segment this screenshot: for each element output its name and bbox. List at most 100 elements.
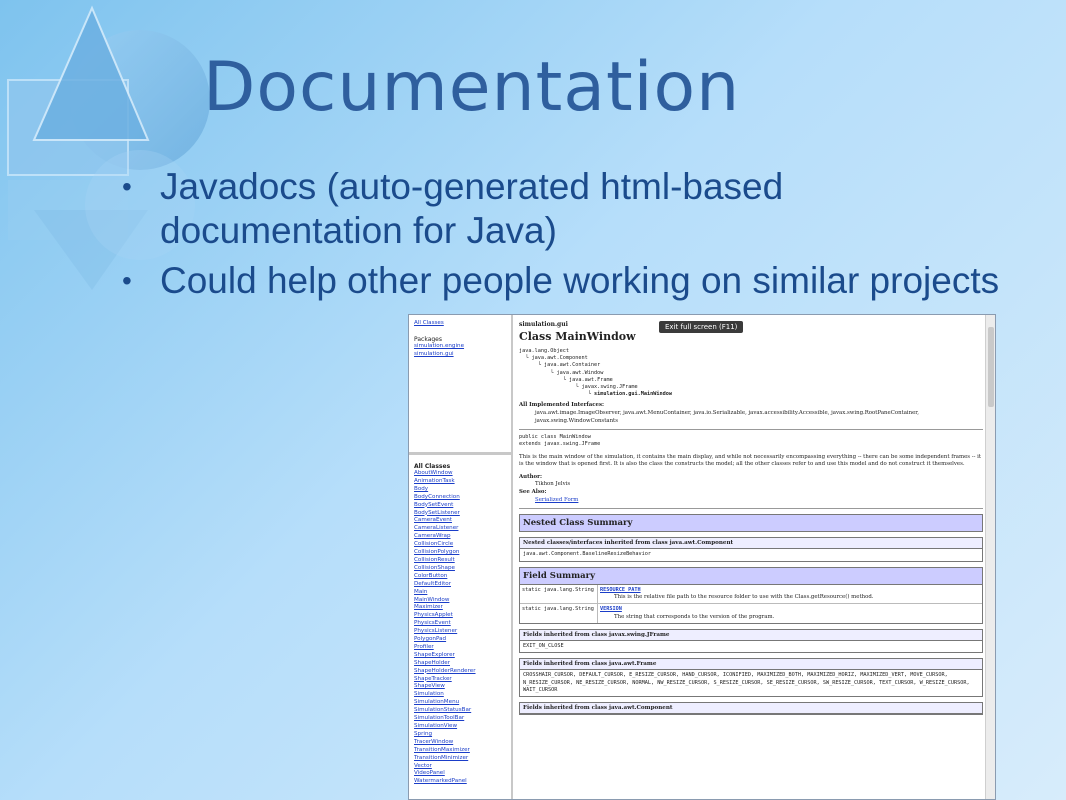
class-link[interactable]: Spring (414, 731, 506, 739)
nested-inherited-table: Nested classes/interfaces inherited from… (519, 537, 983, 562)
class-link[interactable]: ShapeView (414, 683, 506, 691)
bullet-text: Javadocs (auto-generated html-based docu… (160, 166, 784, 251)
nested-summary-title: Nested Class Summary (520, 515, 982, 532)
bullet-dot-icon: • (122, 265, 132, 296)
field-type: static java.lang.String (520, 604, 598, 624)
class-link[interactable]: CameraEvent (414, 517, 506, 525)
class-link[interactable]: AnimationTask (414, 478, 506, 486)
class-link[interactable]: SimulationStatusBar (414, 707, 506, 715)
package-link[interactable]: simulation.engine (414, 343, 506, 351)
class-link[interactable]: BodySetEvent (414, 502, 506, 510)
class-link[interactable]: ShapeExplorer (414, 652, 506, 660)
hierarchy-line: └ java.awt.Window (519, 369, 604, 376)
javadoc-screenshot: All Classes Packages simulation.engine s… (408, 314, 996, 800)
inherited-component-title: Fields inherited from class java.awt.Com… (520, 703, 982, 715)
class-link[interactable]: PhysicsEvent (414, 620, 506, 628)
class-link[interactable]: Maximizer (414, 604, 506, 612)
class-link[interactable]: SimulationMenu (414, 699, 506, 707)
class-link[interactable]: CameraListener (414, 525, 506, 533)
class-link[interactable]: CollisionShape (414, 565, 506, 573)
class-description: This is the main window of the simulatio… (519, 453, 982, 468)
class-link[interactable]: Profiler (414, 644, 506, 652)
interfaces-text: java.awt.image.ImageObserver, java.awt.M… (535, 410, 920, 424)
inherited-jframe-title: Fields inherited from class javax.swing.… (520, 630, 982, 642)
all-classes-link[interactable]: All Classes (414, 320, 506, 328)
fullscreen-toast: Exit full screen (F11) (659, 321, 744, 333)
class-link[interactable]: ColorButton (414, 573, 506, 581)
class-link[interactable]: PhysicsListener (414, 628, 506, 636)
class-link[interactable]: TransitionMaximizer (414, 747, 506, 755)
interfaces-label: All Implemented Interfaces: (519, 402, 604, 409)
nested-class-summary: Nested Class Summary (519, 514, 983, 533)
class-link[interactable]: Body (414, 486, 506, 494)
inherited-component-table: Fields inherited from class java.awt.Com… (519, 702, 983, 716)
class-link[interactable]: CollisionCircle (414, 541, 506, 549)
bullet-list: • Javadocs (auto-generated html-based do… (122, 165, 1022, 309)
field-summary-title: Field Summary (520, 567, 982, 585)
package-name: simulation.gui (519, 321, 568, 328)
class-link[interactable]: DefaultEditor (414, 581, 506, 589)
packages-label: Packages (414, 335, 442, 343)
author-name: Tikhon Jelvis (535, 481, 571, 488)
nested-inherited-title: Nested classes/interfaces inherited from… (520, 538, 982, 550)
class-link[interactable]: BodySetListener (414, 510, 506, 518)
javadoc-nav-frame: All Classes Packages simulation.engine s… (409, 315, 513, 799)
class-link[interactable]: ShapeHolderRenderer (414, 668, 506, 676)
packages-pane: All Classes Packages simulation.engine s… (409, 315, 511, 455)
inherited-frame-title: Fields inherited from class java.awt.Fra… (520, 659, 982, 671)
field-type: static java.lang.String (520, 584, 598, 604)
classes-pane: All Classes AboutWindow AnimationTask Body… (409, 460, 511, 799)
class-link[interactable]: AboutWindow (414, 470, 506, 478)
class-link[interactable]: PhysicsApplet (414, 612, 506, 620)
class-link[interactable]: Main (414, 589, 506, 597)
class-link[interactable]: VideoPanel (414, 770, 506, 778)
author-label: Author: (519, 473, 542, 480)
scrollbar-thumb[interactable] (988, 327, 994, 407)
hierarchy-line: └ java.awt.Frame (519, 376, 613, 383)
field-desc: This is the relative file path to the re… (614, 593, 874, 600)
class-link[interactable]: TransitionMinimizer (414, 755, 506, 763)
package-link[interactable]: simulation.gui (414, 351, 506, 359)
class-link[interactable]: CollisionResult (414, 557, 506, 565)
inherited-jframe-value: EXIT_ON_CLOSE (523, 643, 564, 650)
class-link[interactable]: ShapeTracker (414, 676, 506, 684)
inherited-jframe-table: Fields inherited from class javax.swing.… (519, 629, 983, 654)
inherited-frame-table: Fields inherited from class java.awt.Fra… (519, 658, 983, 698)
bullet-dot-icon: • (122, 171, 132, 202)
field-desc: The string that corresponds to the versi… (614, 613, 775, 620)
class-link[interactable]: SimulationView (414, 723, 506, 731)
inherited-frame-value: CROSSHAIR_CURSOR, DEFAULT_CURSOR, E_RESI… (523, 672, 970, 693)
bullet-item: • Could help other people working on sim… (122, 259, 1022, 303)
class-link[interactable]: ShapeHolder (414, 660, 506, 668)
class-link[interactable]: MainWindow (414, 597, 506, 605)
class-hierarchy: java.lang.Object └ java.awt.Component └ … (519, 348, 983, 398)
see-also-label: See Also: (519, 488, 547, 495)
class-link[interactable]: Simulation (414, 691, 506, 699)
hierarchy-line: java.lang.Object (519, 348, 569, 354)
classes-heading: All Classes (414, 463, 451, 470)
serialized-form-link[interactable]: Serialized Form (535, 497, 983, 505)
field-name-link[interactable]: RESOURCE_PATH (600, 587, 980, 594)
class-link[interactable]: PolygonPad (414, 636, 506, 644)
class-list: AboutWindow AnimationTask Body BodyConnecti… (414, 470, 506, 786)
class-link[interactable]: TracerWindow (414, 739, 506, 747)
class-link[interactable]: CameraWrap (414, 533, 506, 541)
slide-title: Documentation (203, 48, 741, 127)
class-link[interactable]: CollisionPolygon (414, 549, 506, 557)
table-row: static java.lang.String VERSION The stri… (520, 603, 982, 624)
class-link[interactable]: WatermarkedPanel (414, 778, 506, 786)
class-title: Class MainWindow (519, 330, 636, 343)
hierarchy-line: └ java.awt.Container (519, 362, 601, 369)
class-link[interactable]: SimulationToolBar (414, 715, 506, 723)
class-declaration: public class MainWindow extends javax.sw… (519, 434, 601, 448)
table-row: static java.lang.String RESOURCE_PATH Th… (520, 584, 982, 604)
vertical-scrollbar[interactable] (985, 315, 995, 799)
divider (519, 508, 983, 510)
class-link[interactable]: BodyConnection (414, 494, 506, 502)
class-link[interactable]: Vector (414, 763, 506, 771)
javadoc-content: simulation.gui Class MainWindow java.lan… (515, 315, 987, 799)
bullet-text: Could help other people working on simil… (160, 260, 1000, 301)
bullet-item: • Javadocs (auto-generated html-based do… (122, 165, 1022, 253)
field-name-link[interactable]: VERSION (600, 606, 980, 613)
field-summary-table: Field Summary static java.lang.String RE… (519, 566, 983, 625)
